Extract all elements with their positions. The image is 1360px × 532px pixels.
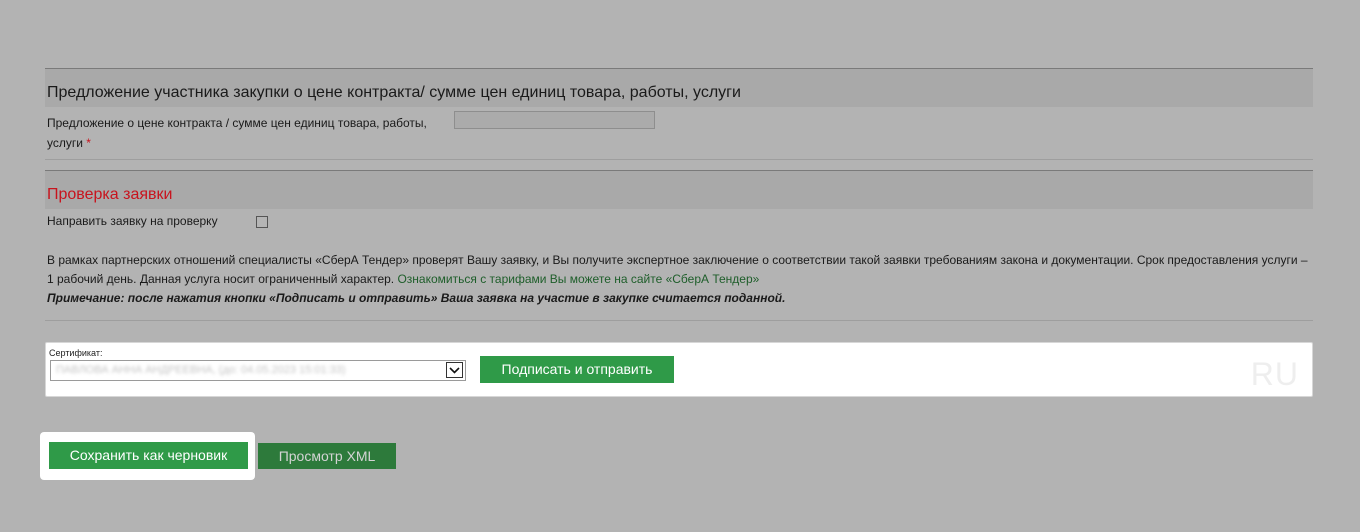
certificate-select[interactable]: ПАВЛОВА АННА АНДРЕЕВНА, (до: 04.05.2023 … bbox=[50, 360, 466, 381]
price-field-label: Предложение о цене контракта / сумме цен… bbox=[47, 113, 427, 153]
check-section-title: Проверка заявки bbox=[47, 186, 173, 203]
check-row: Направить заявку на проверку bbox=[45, 209, 1313, 235]
certificate-selected-value: ПАВЛОВА АННА АНДРЕЕВНА, (до: 04.05.2023 … bbox=[56, 364, 346, 376]
sign-and-send-button[interactable]: Подписать и отправить bbox=[480, 356, 674, 383]
tariffs-link[interactable]: Ознакомиться с тарифами Вы можете на сай… bbox=[397, 272, 759, 286]
save-draft-button[interactable]: Сохранить как черновик bbox=[49, 442, 248, 469]
price-section-title: Предложение участника закупки о цене кон… bbox=[47, 84, 741, 101]
check-label: Направить заявку на проверку bbox=[47, 214, 218, 228]
required-mark: * bbox=[86, 136, 91, 150]
price-section-header: Предложение участника закупки о цене кон… bbox=[45, 68, 1313, 107]
check-info: В рамках партнерских отношений специалис… bbox=[45, 235, 1313, 321]
submission-note: Примечание: после нажатия кнопки «Подпис… bbox=[47, 291, 786, 305]
price-row: Предложение о цене контракта / сумме цен… bbox=[45, 107, 1313, 160]
send-for-check-checkbox[interactable] bbox=[256, 216, 268, 228]
price-input[interactable] bbox=[454, 111, 655, 129]
application-form: Предложение участника закупки о цене кон… bbox=[45, 68, 1313, 397]
check-section-header: Проверка заявки bbox=[45, 170, 1313, 209]
ru-watermark: RU bbox=[1250, 356, 1299, 392]
chevron-down-icon[interactable] bbox=[446, 362, 463, 378]
view-xml-button[interactable]: Просмотр XML bbox=[258, 443, 396, 469]
certificate-label: Сертификат: bbox=[49, 348, 103, 358]
price-field-label-text: Предложение о цене контракта / сумме цен… bbox=[47, 116, 427, 150]
certificate-panel: Сертификат: ПАВЛОВА АННА АНДРЕЕВНА, (до:… bbox=[45, 342, 1313, 397]
